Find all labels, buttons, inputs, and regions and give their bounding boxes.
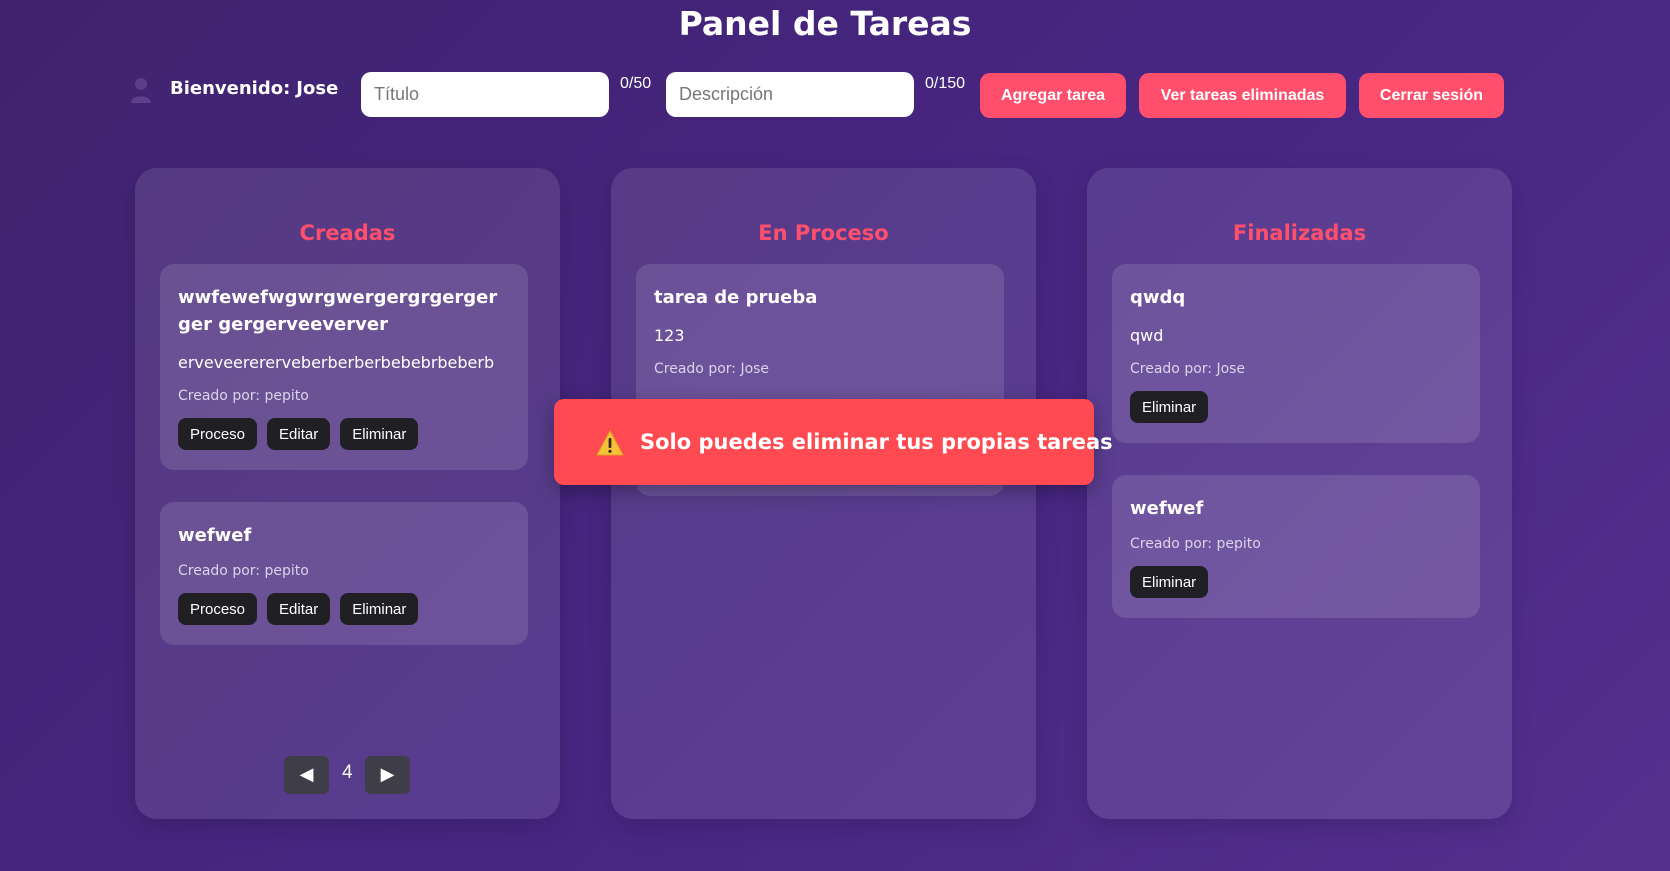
task-description: 123: [654, 326, 685, 345]
process-button[interactable]: Proceso: [178, 418, 258, 450]
task-actions: Eliminar: [1130, 391, 1462, 423]
logout-button[interactable]: Cerrar sesión: [1359, 73, 1504, 118]
task-author: Creado por: Jose: [1130, 361, 1246, 377]
user-icon: [130, 76, 152, 104]
column-in-progress: En Proceso tarea de prueba 123 Creado po…: [611, 168, 1036, 819]
description-input[interactable]: [666, 72, 914, 117]
column-done: Finalizadas qwdq qwd Creado por: Jose El…: [1087, 168, 1512, 819]
task-author: Creado por: Jose: [654, 361, 770, 377]
title-char-counter: 0/50: [620, 75, 652, 92]
delete-button[interactable]: Eliminar: [1130, 391, 1209, 423]
username: Jose: [296, 78, 339, 99]
task-author: Creado por: pepito: [178, 563, 309, 579]
task-author: Creado por: pepito: [178, 388, 309, 404]
welcome-message: Bienvenido: Jose: [170, 78, 338, 99]
delete-button[interactable]: Eliminar: [340, 593, 419, 625]
welcome-label: Bienvenido:: [170, 78, 291, 99]
task-author: Creado por: pepito: [1130, 536, 1261, 552]
task-actions: Proceso Editar Eliminar: [178, 418, 510, 450]
column-title: En Proceso: [758, 221, 889, 245]
edit-button[interactable]: Editar: [267, 418, 331, 450]
task-card: wefwef Creado por: pepito Eliminar: [1112, 475, 1480, 618]
delete-button[interactable]: Eliminar: [1130, 566, 1209, 598]
delete-button[interactable]: Eliminar: [340, 418, 419, 450]
triangle-left-icon: ◀: [299, 764, 314, 785]
add-task-button[interactable]: Agregar tarea: [980, 73, 1126, 118]
task-title: wwfewefwgwrgwergergrgergerger gergerveev…: [178, 287, 498, 335]
title-input[interactable]: [361, 72, 609, 117]
task-card: wefwef Creado por: pepito Proceso Editar…: [160, 502, 528, 645]
page-number: 4: [342, 762, 353, 783]
task-title: tarea de prueba: [654, 287, 818, 308]
warning-icon: [596, 430, 624, 456]
task-card: qwdq qwd Creado por: Jose Eliminar: [1112, 264, 1480, 443]
process-button[interactable]: Proceso: [178, 593, 258, 625]
task-title: wefwef: [1130, 498, 1204, 519]
task-title: wefwef: [178, 525, 252, 546]
task-description: qwd: [1130, 326, 1164, 345]
triangle-right-icon: ▶: [380, 764, 395, 785]
error-toast: Solo puedes eliminar tus propias tareas: [554, 399, 1113, 485]
task-card: wwfewefwgwrgwergergrgergerger gergerveev…: [160, 264, 528, 470]
edit-button[interactable]: Editar: [267, 593, 331, 625]
pagination: ◀ 4 ▶: [135, 756, 560, 794]
next-page-button[interactable]: ▶: [365, 756, 410, 794]
view-deleted-tasks-button[interactable]: Ver tareas eliminadas: [1139, 73, 1346, 118]
column-title: Creadas: [299, 221, 396, 245]
column-title: Finalizadas: [1232, 221, 1367, 245]
task-actions: Eliminar: [1130, 566, 1462, 598]
toast-message: Solo puedes eliminar tus propias tareas: [640, 430, 1113, 454]
task-title: qwdq: [1130, 287, 1186, 308]
task-description: erveveerererveberberberbebebrbeberb: [178, 353, 495, 372]
description-char-counter: 0/150: [925, 75, 966, 92]
task-actions: Proceso Editar Eliminar: [178, 593, 510, 625]
header: Bienvenido:Jose 0/50 0/150 Agregar tarea…: [0, 0, 1670, 130]
column-created: Creadas wwfewefwgwrgwergergrgergerger ge…: [135, 168, 560, 819]
previous-page-button[interactable]: ◀: [284, 756, 329, 794]
